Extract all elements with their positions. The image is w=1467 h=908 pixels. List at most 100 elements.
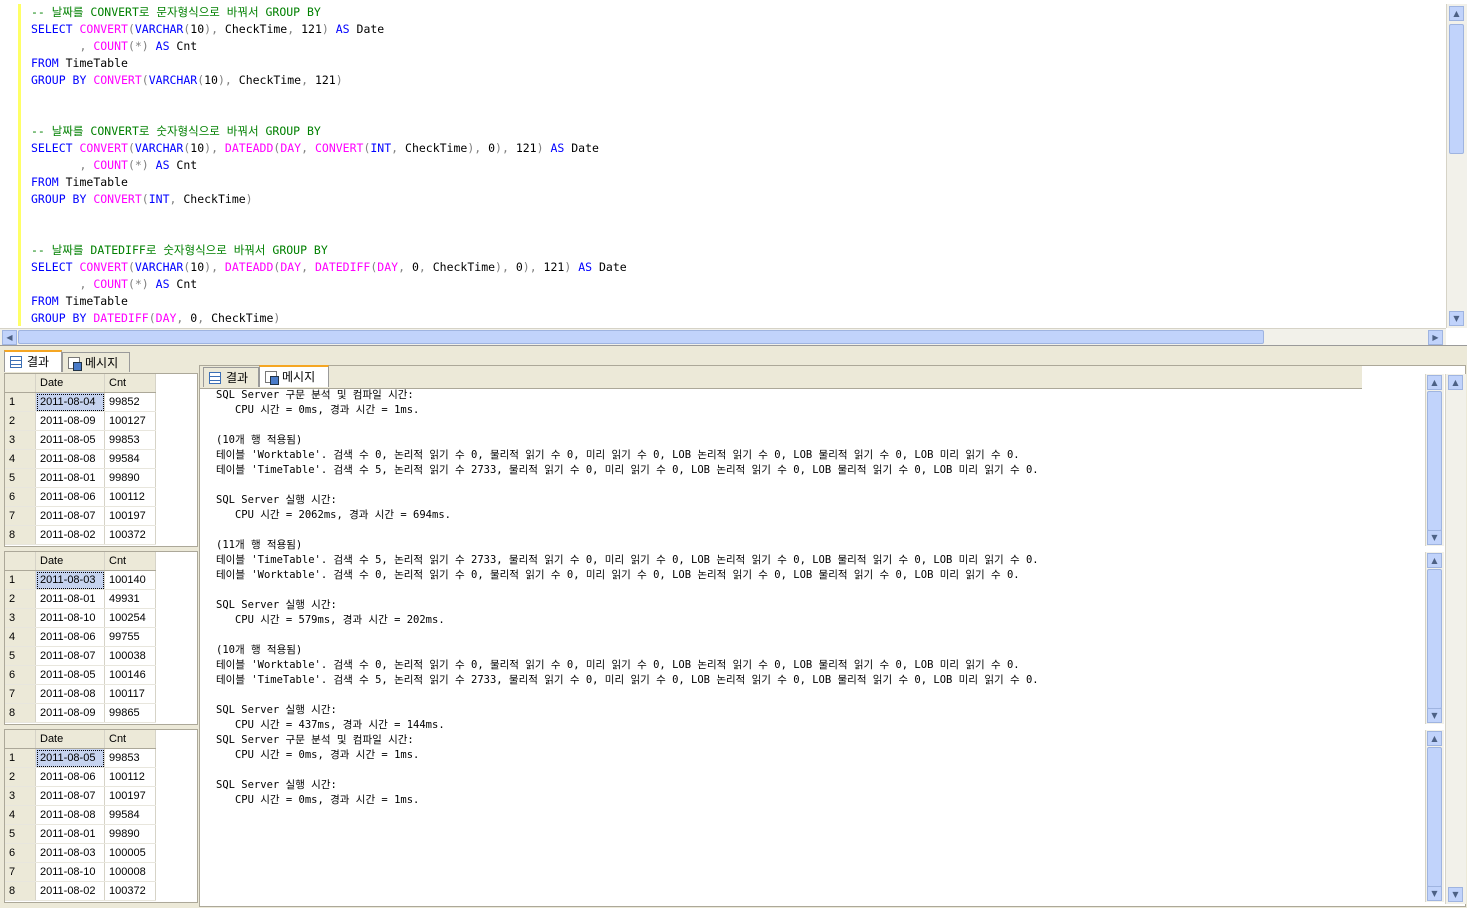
- row-number[interactable]: 2: [5, 411, 36, 431]
- cnt-cell[interactable]: 100372: [104, 525, 156, 545]
- scroll-thumb[interactable]: [18, 330, 1264, 344]
- table-row[interactable]: 3 2011-08-07 100197: [5, 786, 156, 806]
- cnt-cell[interactable]: 99865: [104, 703, 156, 723]
- cnt-cell[interactable]: 100008: [104, 862, 156, 882]
- row-number[interactable]: 6: [5, 487, 36, 507]
- cnt-cell[interactable]: 99853: [104, 748, 156, 768]
- scroll-right-button[interactable]: ▶: [1428, 330, 1443, 345]
- results-scrollbar-3[interactable]: ▲ ▼: [1425, 730, 1444, 902]
- table-row[interactable]: 5 2011-08-01 99890: [5, 468, 156, 488]
- grid-corner[interactable]: [5, 374, 36, 393]
- row-number[interactable]: 8: [5, 881, 36, 901]
- cnt-cell[interactable]: 100146: [104, 665, 156, 685]
- cnt-cell[interactable]: 100112: [104, 767, 156, 787]
- table-row[interactable]: 6 2011-08-03 100005: [5, 843, 156, 863]
- date-cell[interactable]: 2011-08-09: [35, 703, 105, 723]
- table-row[interactable]: 1 2011-08-03 100140: [5, 570, 156, 590]
- row-number[interactable]: 4: [5, 449, 36, 469]
- date-cell[interactable]: 2011-08-02: [35, 525, 105, 545]
- row-number[interactable]: 1: [5, 392, 36, 412]
- scroll-down-button[interactable]: ▼: [1427, 708, 1442, 723]
- code-line[interactable]: -- 날짜를 CONVERT로 문자형식으로 바꿔서 GROUP BY: [31, 4, 1441, 21]
- row-number[interactable]: 3: [5, 430, 36, 450]
- code-line[interactable]: , COUNT(*) AS Cnt: [31, 38, 1441, 55]
- code-line[interactable]: [31, 106, 1441, 123]
- table-row[interactable]: 6 2011-08-05 100146: [5, 665, 156, 685]
- cnt-cell[interactable]: 100038: [104, 646, 156, 666]
- row-number[interactable]: 7: [5, 862, 36, 882]
- row-number[interactable]: 1: [5, 748, 36, 768]
- scroll-up-button[interactable]: ▲: [1427, 553, 1442, 568]
- cnt-cell[interactable]: 49931: [104, 589, 156, 609]
- table-row[interactable]: 2 2011-08-09 100127: [5, 411, 156, 431]
- cnt-cell[interactable]: 99890: [104, 824, 156, 844]
- code-line[interactable]: SELECT CONVERT(VARCHAR(10), DATEADD(DAY,…: [31, 259, 1441, 276]
- column-header[interactable]: Cnt: [104, 552, 156, 571]
- code-line[interactable]: , COUNT(*) AS Cnt: [31, 276, 1441, 293]
- code-line[interactable]: FROM TimeTable: [31, 174, 1441, 191]
- date-cell[interactable]: 2011-08-07: [35, 646, 105, 666]
- code-line[interactable]: GROUP BY CONVERT(INT, CheckTime): [31, 191, 1441, 208]
- cnt-cell[interactable]: 100005: [104, 843, 156, 863]
- date-cell[interactable]: 2011-08-07: [35, 786, 105, 806]
- cnt-cell[interactable]: 99755: [104, 627, 156, 647]
- date-cell[interactable]: 2011-08-08: [35, 805, 105, 825]
- row-number[interactable]: 5: [5, 824, 36, 844]
- scroll-thumb[interactable]: [1449, 24, 1464, 154]
- row-number[interactable]: 4: [5, 805, 36, 825]
- code-line[interactable]: [31, 89, 1441, 106]
- row-number[interactable]: 3: [5, 786, 36, 806]
- code-line[interactable]: , COUNT(*) AS Cnt: [31, 157, 1441, 174]
- row-number[interactable]: 3: [5, 608, 36, 628]
- table-row[interactable]: 7 2011-08-10 100008: [5, 862, 156, 882]
- table-row[interactable]: 7 2011-08-08 100117: [5, 684, 156, 704]
- row-number[interactable]: 6: [5, 665, 36, 685]
- grid-corner[interactable]: [5, 552, 36, 571]
- date-cell[interactable]: 2011-08-10: [35, 862, 105, 882]
- scroll-up-button[interactable]: ▲: [1427, 731, 1442, 746]
- scroll-down-button[interactable]: ▼: [1427, 886, 1442, 901]
- scroll-thumb[interactable]: [1427, 391, 1442, 531]
- date-cell[interactable]: 2011-08-03: [35, 843, 105, 863]
- date-cell[interactable]: 2011-08-05: [35, 748, 105, 768]
- scroll-up-button[interactable]: ▲: [1449, 6, 1464, 21]
- code-line[interactable]: [31, 208, 1441, 225]
- table-row[interactable]: 5 2011-08-01 99890: [5, 824, 156, 844]
- cnt-cell[interactable]: 100197: [104, 786, 156, 806]
- date-cell[interactable]: 2011-08-06: [35, 767, 105, 787]
- code-line[interactable]: FROM TimeTable: [31, 293, 1441, 310]
- row-number[interactable]: 8: [5, 525, 36, 545]
- table-row[interactable]: 5 2011-08-07 100038: [5, 646, 156, 666]
- date-cell[interactable]: 2011-08-06: [35, 487, 105, 507]
- editor-horizontal-scrollbar[interactable]: ◀ ▶: [0, 328, 1446, 345]
- date-cell[interactable]: 2011-08-01: [35, 589, 105, 609]
- cnt-cell[interactable]: 100197: [104, 506, 156, 526]
- date-cell[interactable]: 2011-08-09: [35, 411, 105, 431]
- cnt-cell[interactable]: 100127: [104, 411, 156, 431]
- column-header[interactable]: Date: [35, 552, 105, 571]
- code-line[interactable]: GROUP BY CONVERT(VARCHAR(10), CheckTime,…: [31, 72, 1441, 89]
- date-cell[interactable]: 2011-08-01: [35, 468, 105, 488]
- cnt-cell[interactable]: 99584: [104, 449, 156, 469]
- scroll-down-button[interactable]: ▼: [1448, 887, 1463, 902]
- table-row[interactable]: 6 2011-08-06 100112: [5, 487, 156, 507]
- scroll-left-button[interactable]: ◀: [2, 330, 17, 345]
- messages-pane[interactable]: SQL Server 구문 분석 및 컴파일 시간: CPU 시간 = 0ms,…: [199, 365, 1466, 907]
- code-line[interactable]: SELECT CONVERT(VARCHAR(10), DATEADD(DAY,…: [31, 140, 1441, 157]
- date-cell[interactable]: 2011-08-06: [35, 627, 105, 647]
- row-number[interactable]: 8: [5, 703, 36, 723]
- column-header[interactable]: Date: [35, 730, 105, 749]
- cnt-cell[interactable]: 99890: [104, 468, 156, 488]
- cnt-cell[interactable]: 100372: [104, 881, 156, 901]
- scroll-up-button[interactable]: ▲: [1427, 375, 1442, 390]
- scroll-up-button[interactable]: ▲: [1448, 375, 1463, 390]
- row-number[interactable]: 5: [5, 468, 36, 488]
- table-row[interactable]: 8 2011-08-02 100372: [5, 525, 156, 545]
- date-cell[interactable]: 2011-08-03: [35, 570, 105, 590]
- row-number[interactable]: 5: [5, 646, 36, 666]
- date-cell[interactable]: 2011-08-05: [35, 430, 105, 450]
- editor-vertical-scrollbar[interactable]: ▲ ▼: [1446, 4, 1467, 328]
- query-editor[interactable]: -- 날짜를 CONVERT로 문자형식으로 바꿔서 GROUP BY SELEC…: [0, 0, 1467, 346]
- date-cell[interactable]: 2011-08-08: [35, 449, 105, 469]
- row-number[interactable]: 7: [5, 684, 36, 704]
